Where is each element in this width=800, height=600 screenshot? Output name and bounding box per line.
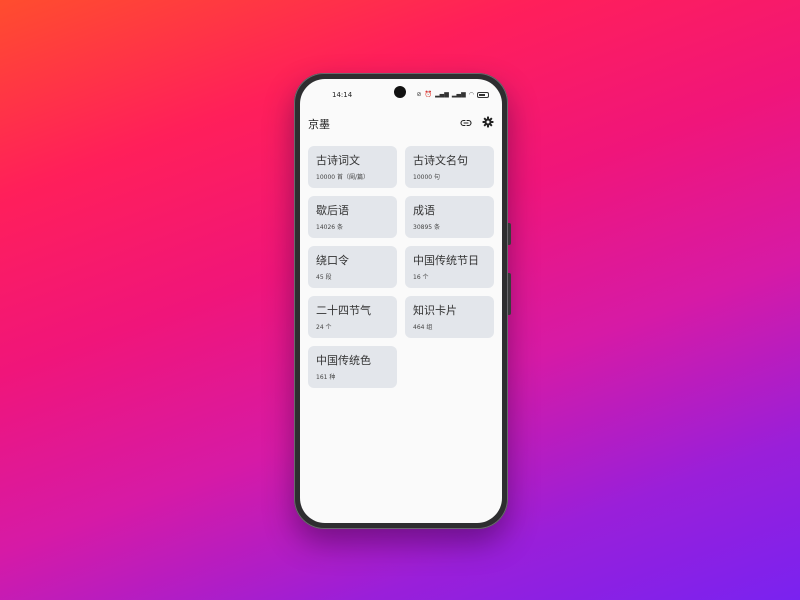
alarm-icon: ⏰ bbox=[424, 91, 433, 98]
card-title: 绕口令 bbox=[316, 254, 349, 267]
card-count: 24 个 bbox=[316, 324, 332, 331]
signal-icon: ▂▄▆ bbox=[435, 91, 449, 98]
signal-icon: ▂▄▆ bbox=[451, 91, 466, 98]
card-knowledge-cards[interactable]: 知识卡片 464 组 bbox=[405, 296, 494, 338]
status-icons: ⊘ ⏰ ▂▄▆ ▂▄▆ ◠ bbox=[417, 91, 489, 99]
wifi-icon: ◠ bbox=[468, 91, 474, 98]
card-count: 16 个 bbox=[413, 274, 429, 281]
card-count: 14026 条 bbox=[316, 224, 343, 231]
card-title: 成语 bbox=[413, 204, 435, 217]
card-count: 10000 句 bbox=[413, 174, 440, 181]
power-button bbox=[508, 273, 511, 315]
card-traditional-colors[interactable]: 中国传统色 161 种 bbox=[308, 346, 397, 388]
card-title: 中国传统色 bbox=[316, 354, 371, 367]
battery-icon bbox=[477, 92, 489, 98]
link-icon[interactable] bbox=[460, 117, 472, 129]
card-solar-terms[interactable]: 二十四节气 24 个 bbox=[308, 296, 397, 338]
volume-button bbox=[508, 223, 511, 245]
status-bar: 14:14 ⊘ ⏰ ▂▄▆ ▂▄▆ ◠ bbox=[300, 79, 502, 113]
card-title: 古诗文名句 bbox=[413, 154, 468, 167]
card-count: 10000 首（阕/篇） bbox=[316, 174, 370, 181]
category-grid: 古诗词文 10000 首（阕/篇） 古诗文名句 10000 句 歇后语 1402… bbox=[308, 146, 494, 388]
card-traditional-festivals[interactable]: 中国传统节日 16 个 bbox=[405, 246, 494, 288]
settings-icon[interactable] bbox=[482, 116, 494, 128]
card-title: 知识卡片 bbox=[413, 304, 457, 317]
card-count: 45 段 bbox=[316, 274, 332, 281]
card-xiehouyu[interactable]: 歇后语 14026 条 bbox=[308, 196, 397, 238]
card-idioms[interactable]: 成语 30895 条 bbox=[405, 196, 494, 238]
card-famous-quotes[interactable]: 古诗文名句 10000 句 bbox=[405, 146, 494, 188]
card-count: 161 种 bbox=[316, 374, 336, 381]
card-title: 中国传统节日 bbox=[413, 254, 479, 267]
card-count: 30895 条 bbox=[413, 224, 440, 231]
front-camera bbox=[394, 86, 406, 98]
card-title: 古诗词文 bbox=[316, 154, 360, 167]
app-screen: 14:14 ⊘ ⏰ ▂▄▆ ▂▄▆ ◠ 京墨 古诗词文 10000 首（阕/篇）… bbox=[300, 79, 502, 523]
app-title: 京墨 bbox=[308, 118, 330, 131]
app-bar: 京墨 bbox=[300, 113, 502, 135]
status-time: 14:14 bbox=[332, 91, 353, 99]
card-count: 464 组 bbox=[413, 324, 433, 331]
card-title: 二十四节气 bbox=[316, 304, 371, 317]
phone-frame: 14:14 ⊘ ⏰ ▂▄▆ ▂▄▆ ◠ 京墨 古诗词文 10000 首（阕/篇）… bbox=[294, 73, 511, 529]
do-not-disturb-icon: ⊘ bbox=[416, 91, 422, 98]
card-tongue-twisters[interactable]: 绕口令 45 段 bbox=[308, 246, 397, 288]
card-ancient-poetry[interactable]: 古诗词文 10000 首（阕/篇） bbox=[308, 146, 397, 188]
card-title: 歇后语 bbox=[316, 204, 349, 217]
